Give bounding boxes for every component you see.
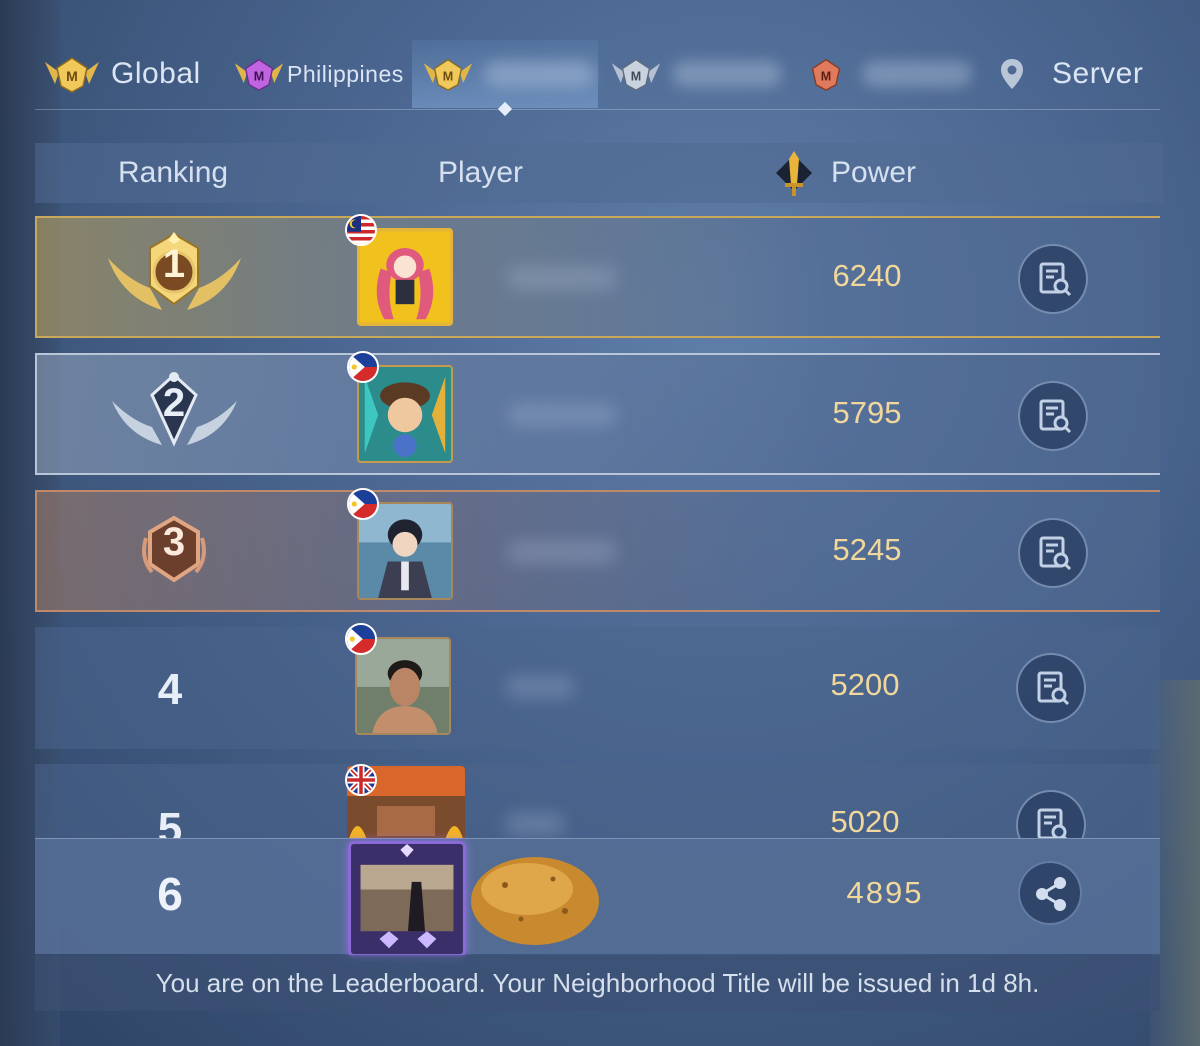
view-profile-button[interactable] [1016,653,1086,723]
view-profile-button[interactable] [1018,381,1088,451]
power-value: 5795 [832,395,902,430]
tab-label: Philippines [287,60,404,87]
rank-number: 4 [157,665,183,714]
power-value: 5200 [830,667,900,702]
document-search-icon [1037,808,1068,838]
tab-server[interactable]: Server [1000,40,1160,108]
tab-label: Global [111,57,201,90]
svg-text:M: M [443,69,453,83]
tab-global[interactable]: M Global [43,40,223,108]
view-profile-button[interactable] [1018,518,1088,588]
gold-m-emblem-icon: M [45,57,99,93]
header-player: Player [438,156,524,189]
potato-icon [471,857,599,945]
anime-girl-avatar-icon [360,231,450,323]
philippines-flag-icon [347,351,379,383]
svg-text:M: M [821,69,831,83]
redacted-tab-label [862,61,972,87]
region-tabs: M Global M Philippines M M M Server [35,40,1160,117]
own-power-value: 4895 [846,875,924,910]
own-rank-number: 6 [157,868,183,920]
leaderboard-row[interactable]: 1 6240 [35,214,1160,338]
redacted-player-name [507,540,617,564]
document-search-icon [1039,536,1072,571]
svg-text:M: M [66,68,78,84]
redacted-player-name [507,266,617,290]
redacted-tab-label [484,61,594,87]
anime-boy-avatar-icon [359,367,451,461]
view-profile-button[interactable] [1018,244,1088,314]
tab-label: Server [1052,57,1144,90]
active-tab-caret-icon [497,101,513,117]
own-ranking-row[interactable]: 6 4895 [35,838,1160,957]
red-m-emblem-icon: M [811,58,841,91]
gold-m-emblem-icon: M [423,58,473,91]
svg-text:M: M [631,69,641,83]
location-pin-icon [1001,59,1023,89]
share-icon [1036,877,1066,911]
rank-number: 1 [162,242,186,286]
photo-avatar-icon [357,639,449,733]
framed-avatar-icon [351,844,463,954]
redacted-player-name [505,675,575,699]
svg-text:M: M [254,69,264,83]
document-search-icon [1039,399,1072,434]
document-search-icon [1039,262,1072,297]
leaderboard-notice: You are on the Leaderboard. Your Neighbo… [35,955,1160,1011]
power-value: 6240 [832,258,902,293]
power-value: 5245 [832,532,902,567]
tab-philippines[interactable]: M Philippines [233,40,413,108]
tab-city[interactable]: M [610,40,790,108]
tab-province[interactable]: M [412,40,598,117]
philippines-flag-icon [347,488,379,520]
leaderboard-row[interactable]: 3 5245 [35,488,1160,612]
purple-m-emblem-icon: M [234,58,284,91]
leaderboard-header: Ranking Player Power [35,143,1163,203]
philippines-flag-icon [345,623,377,655]
malaysia-flag-icon [345,214,377,246]
header-power: Power [831,156,917,189]
sword-power-icon [776,151,812,196]
power-value: 5020 [830,804,900,838]
rank-number: 3 [162,520,186,564]
leaderboard-row[interactable]: 2 5795 [35,351,1160,475]
player-avatar[interactable] [357,228,453,326]
rank-number: 5 [157,804,183,838]
anime-suit-avatar-icon [359,504,451,598]
tab-district[interactable]: M [800,40,980,108]
redacted-tab-label [672,61,782,87]
share-button[interactable] [1018,861,1082,925]
document-search-icon [1037,671,1070,706]
own-avatar[interactable] [348,841,466,957]
header-ranking: Ranking [118,156,229,189]
view-profile-button[interactable] [1016,790,1086,838]
rank-number: 2 [162,381,186,425]
redacted-player-name [505,812,565,836]
silver-m-emblem-icon: M [611,58,661,91]
leaderboard-row[interactable]: 5 5020 [35,764,1160,838]
redacted-player-name [507,403,617,427]
leaderboard-row[interactable]: 4 5200 [35,623,1160,749]
united-kingdom-flag-icon [345,764,377,796]
